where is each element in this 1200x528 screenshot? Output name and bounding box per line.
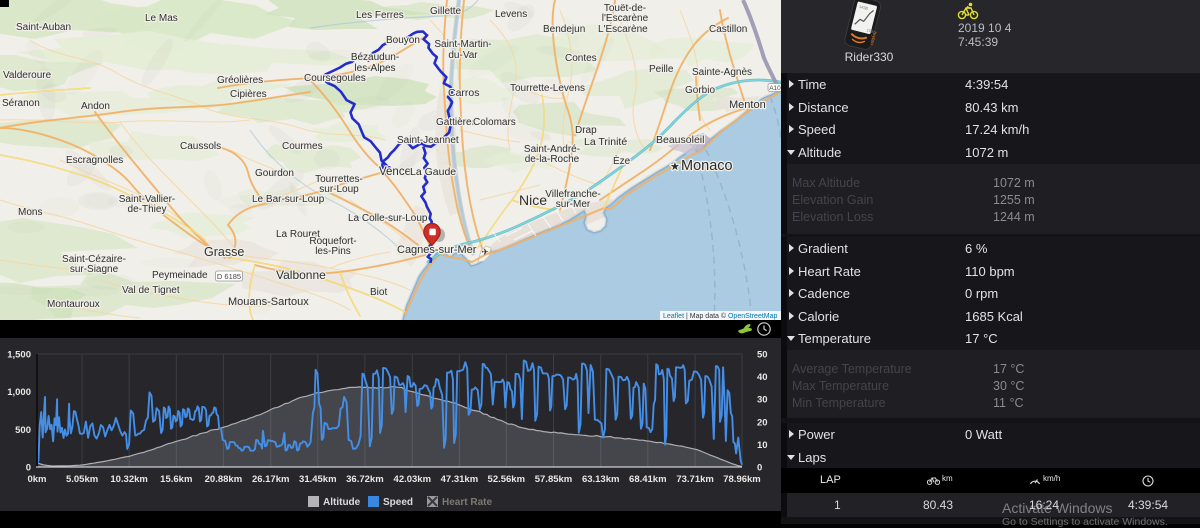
svg-text:Gattières: Gattières [436, 117, 477, 128]
svg-text:Heart Rate: Heart Rate [442, 497, 492, 508]
svg-text:sur-Loup: sur-Loup [319, 184, 359, 195]
svg-text:Vence: Vence [379, 166, 411, 178]
svg-text:les-Pins: les-Pins [315, 246, 351, 257]
svg-text:sur-Mer: sur-Mer [556, 199, 591, 210]
svg-text:47.31km: 47.31km [441, 474, 479, 485]
svg-text:20: 20 [757, 417, 768, 428]
svg-text:Séranon: Séranon [2, 98, 40, 109]
svg-text:Contes: Contes [565, 53, 597, 64]
svg-text:Saint-Jeannet: Saint-Jeannet [397, 135, 459, 146]
svg-text:30: 30 [757, 395, 768, 406]
svg-text:✈: ✈ [481, 247, 489, 257]
svg-text:5.05km: 5.05km [66, 474, 98, 485]
svg-text:Valbonne: Valbonne [276, 268, 326, 282]
svg-text:26.17km: 26.17km [252, 474, 290, 485]
svg-text:Mouans-Sartoux: Mouans-Sartoux [228, 296, 309, 308]
svg-text:Sainte-Agnès: Sainte-Agnès [692, 67, 752, 78]
svg-text:Saint-Martin-: Saint-Martin- [434, 39, 491, 50]
svg-text:Gillette: Gillette [430, 6, 462, 17]
svg-text:68.41km: 68.41km [629, 474, 667, 485]
svg-text:Grasse: Grasse [204, 245, 244, 259]
svg-text:1,500: 1,500 [7, 350, 31, 361]
svg-text:Bouyon: Bouyon [386, 35, 420, 46]
svg-text:Èze: Èze [613, 154, 631, 167]
svg-text:0: 0 [757, 463, 762, 474]
svg-text:50: 50 [757, 350, 768, 361]
svg-text:L'Escarène: L'Escarène [598, 24, 648, 35]
svg-text:Montauroux: Montauroux [47, 299, 100, 310]
svg-text:52.56km: 52.56km [488, 474, 526, 485]
svg-text:A10: A10 [769, 85, 781, 92]
svg-text:sur-Siagne: sur-Siagne [70, 264, 119, 275]
svg-text:Courmes: Courmes [282, 141, 323, 152]
svg-text:63.13km: 63.13km [582, 474, 620, 485]
svg-text:Peille: Peille [649, 64, 674, 75]
svg-text:La Gaude: La Gaude [410, 166, 456, 178]
svg-text:La Trinité: La Trinité [584, 136, 627, 148]
svg-text:Bézaudun-: Bézaudun- [351, 52, 399, 63]
svg-text:Biot: Biot [370, 287, 387, 298]
svg-text:42.03km: 42.03km [394, 474, 432, 485]
svg-text:Gréolières: Gréolières [217, 75, 263, 86]
svg-text:Monaco: Monaco [681, 158, 733, 174]
svg-text:Caussols: Caussols [180, 141, 221, 152]
svg-text:Gourdon: Gourdon [255, 168, 294, 179]
svg-text:Escragnolles: Escragnolles [66, 155, 123, 166]
svg-text:73.71km: 73.71km [676, 474, 714, 485]
svg-text:Carros: Carros [448, 87, 480, 99]
svg-text:Tourrette-Levens: Tourrette-Levens [510, 83, 585, 94]
svg-text:Nice: Nice [519, 192, 547, 208]
svg-text:D 6185: D 6185 [217, 272, 241, 281]
svg-text:de-la-Roche: de-la-Roche [525, 154, 580, 165]
svg-text:Mons: Mons [18, 207, 42, 218]
svg-text:Levens: Levens [495, 9, 527, 20]
svg-text:0km: 0km [27, 474, 46, 485]
svg-text:20.88km: 20.88km [205, 474, 243, 485]
svg-text:57.85km: 57.85km [535, 474, 573, 485]
svg-text:Coursegoules: Coursegoules [304, 73, 366, 84]
svg-text:Leaflet | Map data © OpenStree: Leaflet | Map data © OpenStreetMap [663, 312, 778, 320]
svg-text:l'Escarène: l'Escarène [602, 13, 649, 24]
svg-text:Cagnes-sur-Mer: Cagnes-sur-Mer [397, 244, 477, 256]
svg-text:15.6km: 15.6km [160, 474, 192, 485]
svg-text:Andon: Andon [81, 101, 110, 112]
svg-text:Beausoleil: Beausoleil [656, 134, 704, 146]
svg-text:Valderoure: Valderoure [3, 70, 52, 81]
svg-text:Les Ferres: Les Ferres [356, 10, 404, 21]
svg-text:du-Var: du-Var [448, 50, 478, 61]
svg-text:Peymeinade: Peymeinade [152, 270, 208, 281]
svg-text:Le Bar-sur-Loup: Le Bar-sur-Loup [252, 194, 325, 205]
svg-text:1,000: 1,000 [7, 387, 31, 398]
svg-text:Menton: Menton [729, 99, 766, 111]
svg-text:0: 0 [26, 463, 31, 474]
svg-text:Colomars: Colomars [473, 117, 516, 128]
svg-text:Cipières: Cipières [230, 89, 267, 100]
svg-text:Saint-Auban: Saint-Auban [16, 22, 71, 33]
svg-text:40: 40 [757, 372, 768, 383]
svg-text:de-Thiey: de-Thiey [128, 204, 167, 215]
svg-text:Altitude: Altitude [323, 497, 361, 508]
svg-text:Gorbio: Gorbio [685, 85, 715, 96]
svg-text:36.72km: 36.72km [346, 474, 384, 485]
svg-text:Val de Tignet: Val de Tignet [122, 285, 180, 296]
svg-text:10.32km: 10.32km [110, 474, 148, 485]
svg-text:31.45km: 31.45km [299, 474, 337, 485]
svg-text:La Colle-sur-Loup: La Colle-sur-Loup [348, 213, 428, 224]
svg-text:Le Mas: Le Mas [145, 13, 178, 24]
svg-text:500: 500 [15, 425, 31, 436]
svg-text:78.96km: 78.96km [723, 474, 761, 485]
svg-text:Drap: Drap [575, 125, 597, 136]
svg-text:Speed: Speed [383, 497, 413, 508]
svg-text:★: ★ [670, 161, 680, 173]
svg-text:Bendejun: Bendejun [543, 24, 585, 35]
svg-text:10: 10 [757, 440, 768, 451]
svg-text:Castillon: Castillon [709, 24, 747, 35]
